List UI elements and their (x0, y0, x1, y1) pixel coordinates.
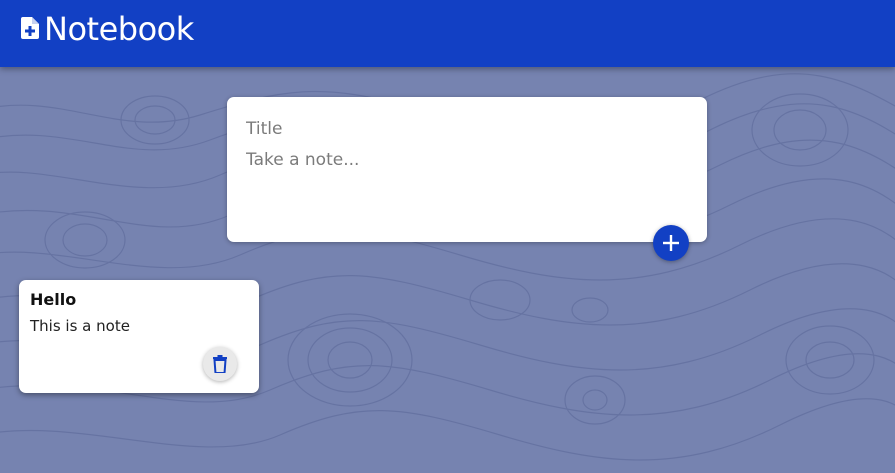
delete-note-button[interactable] (203, 347, 237, 381)
note-card: Hello This is a note (19, 280, 259, 393)
note-add-icon (21, 17, 39, 39)
app-title: Notebook (44, 10, 194, 48)
note-title: Hello (30, 290, 77, 309)
trash-icon (213, 355, 227, 373)
title-input[interactable] (246, 117, 686, 141)
note-content-input[interactable] (246, 149, 686, 229)
note-composer (227, 97, 707, 242)
plus-icon (663, 235, 679, 251)
app-header: Notebook (0, 0, 895, 67)
note-content: This is a note (30, 317, 130, 335)
add-note-button[interactable] (653, 225, 689, 261)
